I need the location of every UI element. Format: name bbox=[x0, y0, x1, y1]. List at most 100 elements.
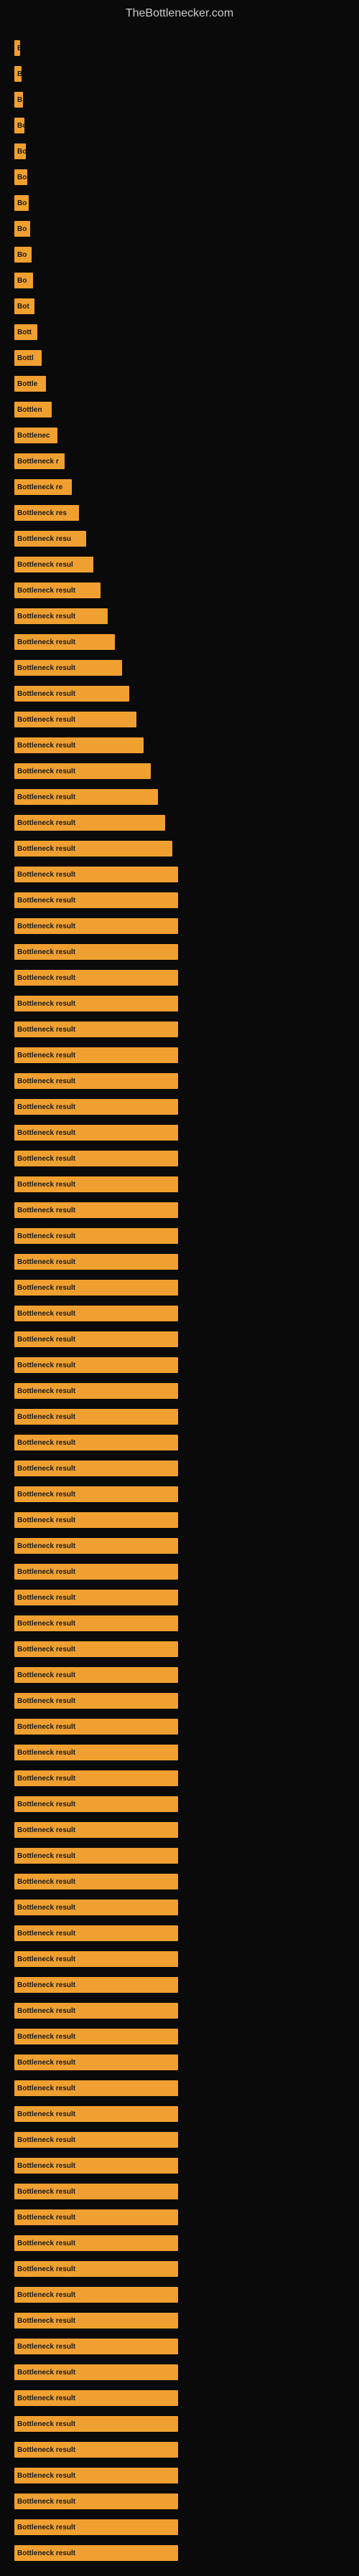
bar-row: Bottlen bbox=[14, 400, 345, 420]
bar-row: Bottleneck result bbox=[14, 1433, 345, 1453]
bar-label: Bottleneck result bbox=[17, 2524, 75, 2532]
bar: Bottleneck result bbox=[14, 1073, 178, 1089]
bar-row: Bottleneck result bbox=[14, 2259, 345, 2279]
bar: Bottleneck result bbox=[14, 1486, 178, 1502]
bar-row: Bottleneck result bbox=[14, 1148, 345, 1169]
site-title: TheBottlenecker.com bbox=[0, 0, 359, 31]
bar-row: Bottleneck result bbox=[14, 1226, 345, 1246]
bar-label: Bottleneck result bbox=[17, 638, 75, 646]
bar-label: Bottleneck result bbox=[17, 1077, 75, 1085]
bar-row: Bottleneck result bbox=[14, 1562, 345, 1582]
bar-label: Bottleneck result bbox=[17, 1026, 75, 1034]
bar-row: Bottleneck result bbox=[14, 658, 345, 678]
bar-row: Bo bbox=[14, 245, 345, 265]
bar: Bottleneck result bbox=[14, 660, 122, 676]
bar-row: Bot bbox=[14, 296, 345, 316]
bar: Bottleneck result bbox=[14, 2209, 178, 2225]
bar: Bottleneck res bbox=[14, 505, 79, 521]
bar-label: Bottleneck result bbox=[17, 1878, 75, 1886]
bar-label: Bottleneck result bbox=[17, 1594, 75, 1602]
bar-label: Bottleneck result bbox=[17, 1491, 75, 1499]
bar: Bottleneck result bbox=[14, 918, 178, 934]
bar: Bottleneck result bbox=[14, 2442, 178, 2458]
bar: Bottleneck result bbox=[14, 970, 178, 986]
bar-row: Bottleneck result bbox=[14, 1303, 345, 1324]
bar-row: Bottleneck result bbox=[14, 839, 345, 859]
bar-row: Bottleneck result bbox=[14, 1174, 345, 1194]
bar-row: Bottleneck result bbox=[14, 1123, 345, 1143]
bar-label: Bottleneck result bbox=[17, 2059, 75, 2067]
bar-row: Bottleneck result bbox=[14, 1510, 345, 1530]
bar-row: Bottleneck result bbox=[14, 1923, 345, 1943]
bar-row: Bottleneck result bbox=[14, 1097, 345, 1117]
bar-label: Bottleneck res bbox=[17, 509, 67, 517]
bar-label: Bottleneck result bbox=[17, 587, 75, 595]
bar-label: Bottleneck result bbox=[17, 1852, 75, 1860]
bar-label: Bo bbox=[17, 225, 27, 233]
bar-row: Bottleneck result bbox=[14, 890, 345, 910]
bar: Bottle bbox=[14, 376, 46, 392]
bar: Bottleneck result bbox=[14, 2519, 178, 2535]
bar-row: Bottle bbox=[14, 374, 345, 394]
bar: Bottleneck result bbox=[14, 1719, 178, 1735]
bar-row: Bottleneck result bbox=[14, 735, 345, 755]
bar-label: Bottleneck result bbox=[17, 2472, 75, 2480]
bar-label: Bottleneck result bbox=[17, 2395, 75, 2402]
bar-label: Bot bbox=[17, 303, 29, 311]
bar: Bottleneck result bbox=[14, 1357, 178, 1373]
bar-label: Bott bbox=[17, 329, 32, 336]
bar-label: Bottleneck result bbox=[17, 1542, 75, 1550]
bar-label: Bottleneck result bbox=[17, 2085, 75, 2093]
bar: Bottleneck result bbox=[14, 2235, 178, 2251]
bar: Bottleneck result bbox=[14, 1822, 178, 1838]
bar-row: Bottleneck result bbox=[14, 709, 345, 730]
bar: Bottleneck result bbox=[14, 2390, 178, 2406]
bar-row: Bottleneck result bbox=[14, 2388, 345, 2408]
bar-label: Bo bbox=[17, 199, 27, 207]
bar-label: Bottleneck result bbox=[17, 2420, 75, 2428]
bar-row: Bottleneck result bbox=[14, 994, 345, 1014]
bars-container: BBBBoBoBoBoBoBoBoBotBottBottlBottleBottl… bbox=[0, 31, 359, 2576]
bar-label: Bottlenec bbox=[17, 432, 50, 440]
bar-row: Bottleneck result bbox=[14, 864, 345, 884]
bar-row: Bottleneck result bbox=[14, 1407, 345, 1427]
bar-row: Bo bbox=[14, 270, 345, 291]
bar: Bo bbox=[14, 247, 32, 263]
bar-row: Bottleneck result bbox=[14, 1665, 345, 1685]
bar-label: Bottleneck result bbox=[17, 1336, 75, 1344]
bar-row: Bottleneck result bbox=[14, 1200, 345, 1220]
bar-label: Bottleneck result bbox=[17, 2240, 75, 2247]
bar: Bottleneck result bbox=[14, 1461, 178, 1476]
bar-label: Bottleneck result bbox=[17, 1284, 75, 1292]
bar-row: Bottleneck result bbox=[14, 606, 345, 626]
bar: Bo bbox=[14, 169, 27, 185]
bar-row: Bottleneck result bbox=[14, 1355, 345, 1375]
bar-row: Bottleneck result bbox=[14, 787, 345, 807]
bar-row: Bottleneck resul bbox=[14, 555, 345, 575]
bar-label: Bottleneck result bbox=[17, 923, 75, 930]
bar-row: Bottleneck result bbox=[14, 1768, 345, 1788]
bar: Bottleneck result bbox=[14, 1693, 178, 1709]
bar: Bottleneck result bbox=[14, 1564, 178, 1580]
bar: Bo bbox=[14, 221, 30, 237]
bar: Bottleneck result bbox=[14, 1512, 178, 1528]
bar: Bottleneck result bbox=[14, 1176, 178, 1192]
bar-row: Bottleneck result bbox=[14, 2130, 345, 2150]
bar-label: Bottleneck result bbox=[17, 1801, 75, 1808]
bar-label: Bottleneck result bbox=[17, 1439, 75, 1447]
bar: Bo bbox=[14, 273, 33, 288]
bar-label: Bottleneck result bbox=[17, 1362, 75, 1369]
bar: B bbox=[14, 66, 22, 82]
bar: Bottleneck result bbox=[14, 763, 151, 779]
bar: Bottl bbox=[14, 350, 42, 366]
bar-label: Bottleneck result bbox=[17, 1103, 75, 1111]
bar-label: Bottleneck result bbox=[17, 2446, 75, 2454]
bar-row: Bottleneck result bbox=[14, 942, 345, 962]
bar-label: Bottleneck result bbox=[17, 768, 75, 775]
bar-label: Bottleneck result bbox=[17, 1671, 75, 1679]
bar-row: Bottleneck result bbox=[14, 1949, 345, 1969]
bar: Bottleneck result bbox=[14, 1770, 178, 1786]
bar-row: Bottleneck result bbox=[14, 1613, 345, 1633]
bar-row: Bottleneck result bbox=[14, 2078, 345, 2098]
bar: Bottleneck result bbox=[14, 1306, 178, 1321]
